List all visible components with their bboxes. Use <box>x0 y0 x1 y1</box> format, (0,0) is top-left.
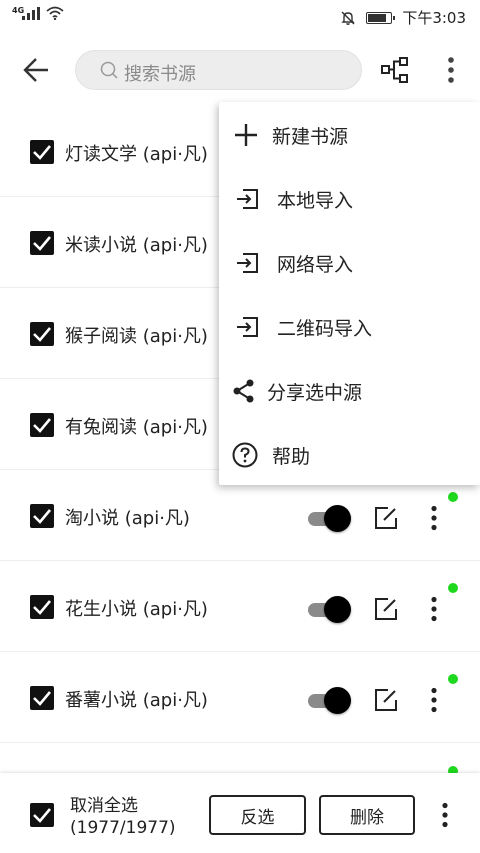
check-icon <box>33 600 51 615</box>
online-status-dot <box>448 492 458 502</box>
enable-switch[interactable] <box>308 595 352 623</box>
menu-item-network-import[interactable]: 网络导入 <box>219 230 480 294</box>
network-type: 4G <box>12 6 25 15</box>
source-name: 淘小说 (api·凡) <box>65 508 190 529</box>
source-name: 猴子阅读 (api·凡) <box>65 326 208 347</box>
source-name: 有兔阅读 (api·凡) <box>65 417 208 438</box>
mute-bell-icon <box>341 11 356 25</box>
more-vert-icon[interactable] <box>426 596 442 622</box>
checkbox[interactable] <box>30 413 54 437</box>
menu-label: 网络导入 <box>277 254 354 276</box>
check-icon <box>33 808 51 823</box>
menu-label: 帮助 <box>272 446 311 468</box>
signal-icon <box>22 6 40 20</box>
online-status-dot <box>448 583 458 593</box>
edit-icon[interactable] <box>374 688 398 712</box>
check-icon <box>33 509 51 524</box>
search-input[interactable]: 搜索书源 <box>75 50 362 90</box>
select-all-checkbox[interactable] <box>30 803 54 827</box>
check-icon <box>33 418 51 433</box>
selection-count: (1977/1977) <box>70 818 176 838</box>
search-placeholder: 搜索书源 <box>124 64 196 85</box>
more-vert-icon[interactable] <box>426 687 442 713</box>
invert-selection-button[interactable]: 反选 <box>209 795 306 835</box>
select-all-label: 取消全选 <box>70 796 138 816</box>
checkbox[interactable] <box>30 231 54 255</box>
menu-label: 本地导入 <box>277 190 354 212</box>
enable-switch[interactable] <box>308 686 352 714</box>
menu-label: 分享选中源 <box>267 382 363 404</box>
check-icon <box>33 236 51 251</box>
source-name: 灯读文学 (api·凡) <box>65 144 208 165</box>
more-vert-icon[interactable] <box>440 56 462 84</box>
status-bar: 4G 下午3:03 <box>0 0 480 34</box>
checkbox[interactable] <box>30 686 54 710</box>
enable-switch[interactable] <box>308 504 352 532</box>
menu-label: 新建书源 <box>272 126 349 148</box>
battery-icon <box>366 11 396 24</box>
help-icon <box>232 442 258 468</box>
source-name: 番薯小说 (api·凡) <box>65 690 208 711</box>
share-icon <box>233 379 254 403</box>
plus-icon <box>235 124 257 146</box>
bottom-action-bar: 取消全选 (1977/1977) 反选 删除 <box>0 773 480 853</box>
menu-item-help[interactable]: 帮助 <box>219 422 480 486</box>
top-toolbar: 搜索书源 <box>0 34 480 106</box>
menu-item-share-selected[interactable]: 分享选中源 <box>219 358 480 422</box>
search-icon <box>100 61 118 79</box>
menu-label: 二维码导入 <box>277 318 373 340</box>
check-icon <box>33 327 51 342</box>
checkbox[interactable] <box>30 504 54 528</box>
more-vert-icon[interactable] <box>437 802 453 828</box>
overflow-menu: 新建书源 本地导入 网络导入 二维码导入 分享选中源 帮助 <box>219 102 480 485</box>
checkbox[interactable] <box>30 322 54 346</box>
arrow-back-icon[interactable] <box>22 56 52 84</box>
menu-item-local-import[interactable]: 本地导入 <box>219 166 480 230</box>
import-icon <box>237 317 258 337</box>
edit-icon[interactable] <box>374 597 398 621</box>
menu-item-qrcode-import[interactable]: 二维码导入 <box>219 294 480 358</box>
list-item[interactable]: 番薯小说 (api·凡) <box>0 652 480 743</box>
more-vert-icon[interactable] <box>426 505 442 531</box>
import-icon <box>237 189 258 209</box>
import-icon <box>237 253 258 273</box>
online-status-dot <box>448 674 458 684</box>
source-name: 米读小说 (api·凡) <box>65 235 208 256</box>
checkbox[interactable] <box>30 595 54 619</box>
wifi-icon <box>46 6 64 20</box>
list-item[interactable]: 花生小说 (api·凡) <box>0 561 480 652</box>
menu-item-new-source[interactable]: 新建书源 <box>219 102 480 166</box>
clock: 下午3:03 <box>402 9 466 27</box>
checkbox[interactable] <box>30 140 54 164</box>
source-name: 花生小说 (api·凡) <box>65 599 208 620</box>
check-icon <box>33 691 51 706</box>
selection-summary: 取消全选 (1977/1977) <box>70 795 176 839</box>
group-icon[interactable] <box>381 56 409 84</box>
status-left: 4G <box>12 6 64 20</box>
status-right: 下午3:03 <box>340 7 466 28</box>
edit-icon[interactable] <box>374 506 398 530</box>
check-icon <box>33 145 51 160</box>
delete-button[interactable]: 删除 <box>319 795 415 835</box>
